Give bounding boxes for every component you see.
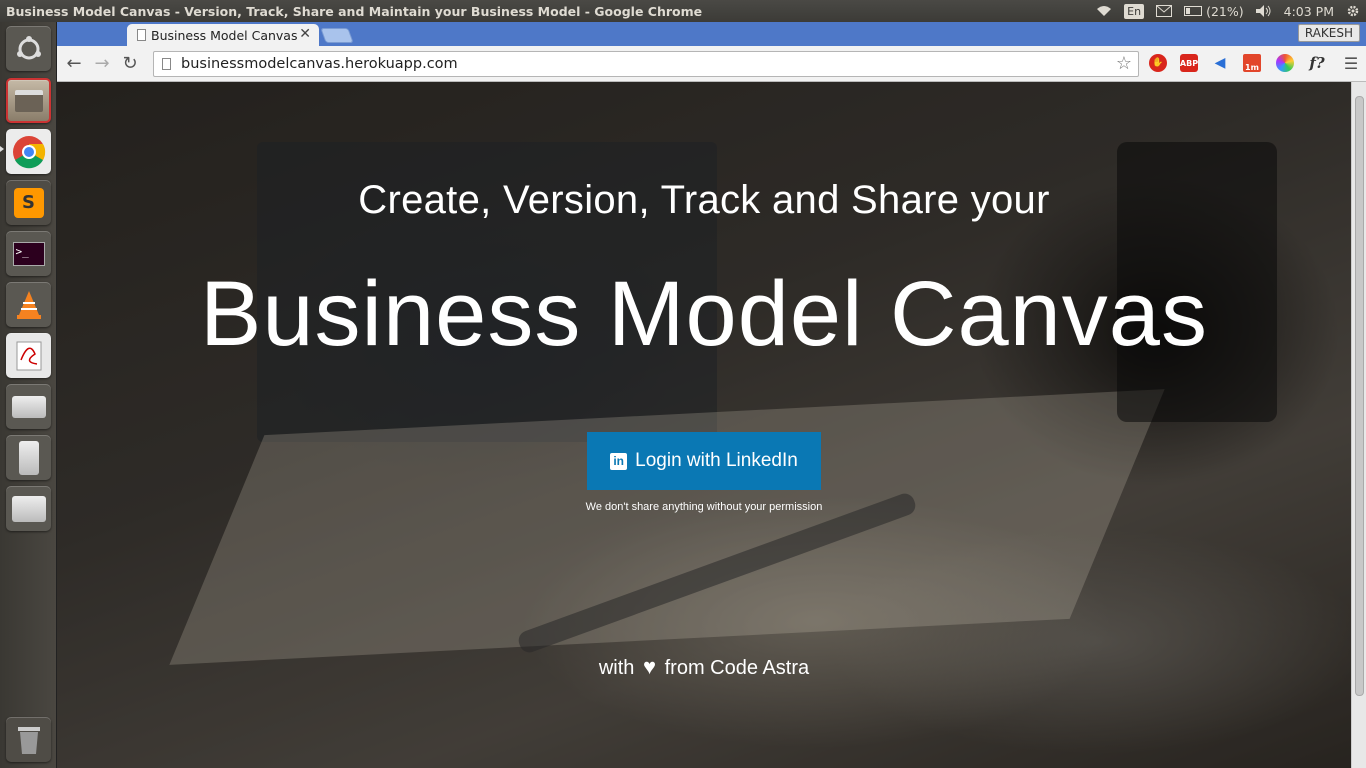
usb-drive-icon[interactable] — [6, 435, 51, 480]
hero-headline: Business Model Canvas — [200, 263, 1208, 365]
tab-title: Business Model Canvas — [151, 27, 298, 43]
linkedin-icon: in — [610, 452, 628, 470]
window-title: Business Model Canvas - Version, Track, … — [6, 3, 703, 19]
volume-icon[interactable] — [1250, 0, 1278, 22]
adblock-plus-icon[interactable]: ABP — [1180, 54, 1198, 72]
vlc-icon[interactable] — [6, 282, 51, 327]
footer-suffix: from Code Astra — [664, 657, 810, 679]
document-viewer-icon[interactable] — [6, 333, 51, 378]
sublime-text-icon[interactable]: S — [6, 180, 51, 225]
system-top-panel: Business Model Canvas - Version, Track, … — [0, 0, 1366, 22]
battery-percentage: (21%) — [1206, 3, 1244, 19]
mail-icon[interactable] — [1150, 0, 1178, 22]
ubuntu-home-icon[interactable] — [6, 26, 51, 71]
bookmark-star-icon[interactable]: ☆ — [1116, 53, 1132, 74]
reload-icon[interactable]: ↻ — [116, 50, 144, 78]
url-text[interactable]: businessmodelcanvas.herokuapp.com — [181, 56, 458, 72]
megaphone-ext-icon[interactable]: ◀ — [1211, 54, 1229, 72]
language-label: En — [1124, 3, 1145, 19]
hero-tagline: Create, Version, Track and Share your — [358, 178, 1050, 222]
battery-indicator[interactable]: (21%) — [1178, 0, 1250, 22]
page-info-icon[interactable] — [162, 58, 171, 70]
browser-toolbar: ← → ↻ businessmodelcanvas.herokuapp.com … — [57, 46, 1366, 82]
page-favicon-icon — [137, 29, 146, 41]
battery-icon — [1184, 6, 1203, 16]
font-ext-icon[interactable]: f? — [1308, 54, 1326, 72]
files-icon[interactable] — [6, 78, 51, 123]
unity-launcher: S >_ — [0, 22, 57, 768]
login-with-linkedin-button[interactable]: in Login with LinkedIn — [587, 432, 821, 490]
heart-icon: ♥ — [643, 654, 657, 679]
address-bar[interactable]: businessmodelcanvas.herokuapp.com ☆ — [153, 51, 1139, 77]
forward-icon[interactable]: → — [88, 50, 116, 78]
profile-button[interactable]: RAKESH — [1297, 24, 1360, 42]
settings-gear-icon[interactable] — [1340, 0, 1366, 22]
chrome-icon[interactable] — [6, 129, 51, 174]
stop-ext-icon[interactable]: ✋ — [1149, 54, 1167, 72]
page-viewport: Create, Version, Track and Share your Bu… — [57, 82, 1351, 768]
keyboard-language-indicator[interactable]: En — [1118, 0, 1150, 22]
page-scrollbar[interactable] — [1351, 82, 1366, 768]
wifi-icon[interactable] — [1090, 0, 1118, 22]
running-indicator — [0, 146, 4, 152]
browser-tab-strip: Business Model Canvas ✕ RAKESH — [57, 22, 1366, 46]
chrome-menu-icon[interactable]: ☰ — [1342, 54, 1360, 73]
close-tab-icon[interactable]: ✕ — [299, 26, 311, 42]
tab-business-model-canvas[interactable]: Business Model Canvas ✕ — [127, 24, 319, 46]
clock[interactable]: 4:03 PM — [1278, 0, 1340, 22]
scrollbar-thumb[interactable] — [1355, 96, 1364, 696]
privacy-note: We don't share anything without your per… — [585, 501, 823, 513]
footer-prefix: with — [598, 657, 635, 679]
drive-icon[interactable] — [6, 384, 51, 429]
usb-drive-2-icon[interactable] — [6, 486, 51, 531]
terminal-icon[interactable]: >_ — [6, 231, 51, 276]
footer-credit: with ♥ from Code Astra — [57, 654, 1351, 680]
color-wheel-ext-icon[interactable] — [1276, 54, 1294, 72]
back-icon[interactable]: ← — [60, 50, 88, 78]
login-button-label: Login with LinkedIn — [635, 450, 798, 471]
new-tab-button[interactable] — [320, 28, 354, 43]
trash-icon[interactable] — [6, 717, 51, 762]
system-tray: En (21%) 4:03 PM — [1090, 0, 1366, 22]
1m-ext-icon[interactable]: 1m — [1243, 54, 1261, 72]
hero-section: Create, Version, Track and Share your Bu… — [57, 82, 1351, 768]
